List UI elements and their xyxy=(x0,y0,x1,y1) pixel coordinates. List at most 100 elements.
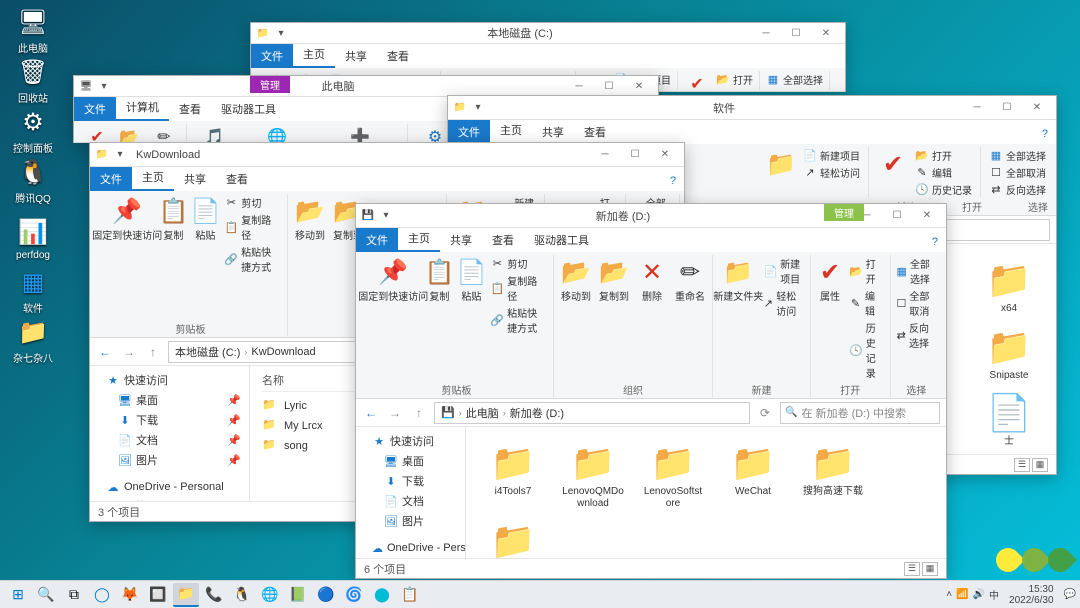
tab-view[interactable]: 查看 xyxy=(482,228,524,252)
rename-button[interactable]: ✏重命名 xyxy=(146,124,182,143)
open-button[interactable]: 📂打开 xyxy=(114,124,144,143)
history-button[interactable]: 🕓历史记录 xyxy=(847,319,886,381)
taskbar-app[interactable]: 📗 xyxy=(285,583,311,607)
taskbar-clock[interactable]: 15:30 2022/6/30 xyxy=(1003,584,1060,606)
easy-access-button[interactable]: ↗轻松访问 xyxy=(761,287,806,319)
close-button[interactable]: ✕ xyxy=(650,145,680,165)
nav-documents[interactable]: 📄文档 xyxy=(356,491,465,511)
grid-item[interactable]: 📁i4Tools7 xyxy=(482,443,544,509)
help-icon[interactable]: ? xyxy=(924,232,946,252)
tab-file[interactable]: 文件 xyxy=(356,228,398,252)
new-folder-button[interactable]: 📁新建文件夹 xyxy=(717,255,759,305)
invert-button[interactable]: ⇄反向选择 xyxy=(895,319,938,351)
desktop-icon-misc[interactable]: 📁杂七杂八 xyxy=(8,316,58,365)
minimize-button[interactable]: ─ xyxy=(590,145,620,165)
tab-share[interactable]: 共享 xyxy=(174,167,216,191)
properties-button[interactable]: ✔属性 xyxy=(815,255,845,305)
copy-button[interactable]: 📋复制 xyxy=(158,194,188,244)
leaf-widget[interactable] xyxy=(996,548,1072,572)
grid-item[interactable]: 📁Snipaste xyxy=(978,327,1040,382)
window-ddrive[interactable]: 💾▾ 管理 新加卷 (D:) ─☐✕ 文件 主页 共享 查看 驱动器工具 ? 📌… xyxy=(355,203,947,579)
taskbar-edge[interactable]: 🌀 xyxy=(341,583,367,607)
file-grid[interactable]: 📁i4Tools7 📁LenovoQMDownload 📁LenovoSofts… xyxy=(466,427,946,558)
nav-quick-access[interactable]: ★快速访问 xyxy=(356,431,465,451)
pin-button[interactable]: 📌固定到快速访问 xyxy=(98,194,156,244)
edit-button[interactable]: ✎编辑 xyxy=(847,287,886,319)
delete-button[interactable]: ✕删除 xyxy=(634,255,670,305)
notifications-icon[interactable]: 💬 xyxy=(1064,589,1076,600)
search-input[interactable]: 在 新加卷 (D:) 中搜索 xyxy=(780,402,940,424)
paste-button[interactable]: 📄粘贴 xyxy=(456,255,486,305)
maximize-button[interactable]: ☐ xyxy=(781,23,811,43)
cut-button[interactable]: ✂剪切 xyxy=(488,255,549,272)
copy-to-button[interactable]: 📂复制到 xyxy=(596,255,632,305)
tab-view[interactable]: 查看 xyxy=(216,167,258,191)
new-item-button[interactable]: 📄新建项目 xyxy=(761,255,806,287)
rename-button[interactable]: ✏重命名 xyxy=(672,255,708,305)
grid-item[interactable]: 📁天翼云盘下载 xyxy=(482,521,544,558)
forward-button[interactable]: → xyxy=(386,404,404,422)
taskbar-explorer[interactable]: 📁 xyxy=(173,583,199,607)
edit-button[interactable]: ✎编辑 xyxy=(913,164,974,181)
properties-button[interactable]: ✔属性 xyxy=(82,124,112,143)
task-view-icon[interactable]: ⧉ xyxy=(61,583,87,607)
desktop-icon-recycle[interactable]: 🗑回收站 xyxy=(8,56,58,105)
grid-item[interactable]: 📁LenovoQMDownload xyxy=(562,443,624,509)
add-network-button[interactable]: ➕添加一个网络位置 xyxy=(317,124,403,143)
properties-button[interactable]: ✔ xyxy=(682,71,712,92)
taskbar-app[interactable]: 🔵 xyxy=(313,583,339,607)
breadcrumb[interactable]: 💾› 此电脑› 新加卷 (D:) xyxy=(434,402,750,424)
tab-home[interactable]: 主页 xyxy=(132,165,174,191)
paste-shortcut-button[interactable]: 🔗粘贴快捷方式 xyxy=(488,304,549,336)
nav-quick-access[interactable]: ★快速访问 xyxy=(90,370,249,390)
qat-dropdown-icon[interactable]: ▾ xyxy=(96,78,112,94)
start-button[interactable]: ⊞ xyxy=(5,583,31,607)
select-none-button[interactable]: ☐全部取消 xyxy=(987,164,1048,181)
grid-item[interactable]: 📁LenovoSoftstore xyxy=(642,443,704,509)
qat-dropdown-icon[interactable]: ▾ xyxy=(470,100,486,116)
nav-pictures[interactable]: 🖼图片📌 xyxy=(90,450,249,470)
cortana-icon[interactable]: ◯ xyxy=(89,583,115,607)
minimize-button[interactable]: ─ xyxy=(962,98,992,118)
grid-item[interactable]: 📄士 xyxy=(978,393,1040,448)
tab-view[interactable]: 查看 xyxy=(169,97,211,121)
tab-drive-tools[interactable]: 驱动器工具 xyxy=(211,97,286,121)
close-button[interactable]: ✕ xyxy=(624,76,654,96)
tab-file[interactable]: 文件 xyxy=(90,167,132,191)
close-button[interactable]: ✕ xyxy=(811,23,841,43)
paste-button[interactable]: 📄粘贴 xyxy=(190,194,220,244)
cut-button[interactable]: ✂剪切 xyxy=(222,194,283,211)
nav-pictures[interactable]: 🖼图片 xyxy=(356,511,465,531)
tab-file[interactable]: 文件 xyxy=(448,120,490,144)
qat-dropdown-icon[interactable]: ▾ xyxy=(112,147,128,163)
select-all-button[interactable]: ▦全部选择 xyxy=(895,255,938,287)
tab-drive-tools[interactable]: 驱动器工具 xyxy=(524,228,599,252)
desktop-icon-control-panel[interactable]: ⚙控制面板 xyxy=(8,106,58,155)
minimize-button[interactable]: ─ xyxy=(564,76,594,96)
nav-onedrive[interactable]: ☁OneDrive - Personal xyxy=(90,478,249,496)
grid-item[interactable]: 📁搜狗高速下载 xyxy=(802,443,864,509)
invert-button[interactable]: ⇄反向选择 xyxy=(987,181,1048,198)
nav-downloads[interactable]: ⬇下载 xyxy=(356,471,465,491)
taskbar-app[interactable]: 🦊 xyxy=(117,583,143,607)
system-tray[interactable]: ˄ 📶 🔊 中 15:30 2022/6/30 💬 xyxy=(946,584,1076,606)
select-none-button[interactable]: ☐全部取消 xyxy=(895,287,938,319)
taskbar-qq[interactable]: 🐧 xyxy=(229,583,255,607)
select-none-button[interactable]: ☐全部取消 xyxy=(764,88,825,92)
maximize-button[interactable]: ☐ xyxy=(882,206,912,226)
select-all-button[interactable]: ▦全部选择 xyxy=(764,71,825,88)
paste-shortcut-button[interactable]: 🔗粘贴快捷方式 xyxy=(222,243,283,275)
view-details-icon[interactable]: ☰ xyxy=(904,562,920,576)
view-details-icon[interactable]: ☰ xyxy=(1014,458,1030,472)
tab-view[interactable]: 查看 xyxy=(377,44,419,68)
taskbar-app[interactable]: ⬤ xyxy=(369,583,395,607)
desktop-icon-qq[interactable]: 🐧腾讯QQ xyxy=(8,156,58,205)
taskbar-app[interactable]: 📞 xyxy=(201,583,227,607)
tab-home[interactable]: 主页 xyxy=(490,118,532,144)
properties-button[interactable]: ✔ xyxy=(875,147,911,181)
maximize-button[interactable]: ☐ xyxy=(594,76,624,96)
tray-volume-icon[interactable]: 🔊 xyxy=(973,589,985,600)
nav-desktop[interactable]: 🖥桌面 xyxy=(356,451,465,471)
tab-share[interactable]: 共享 xyxy=(532,120,574,144)
back-button[interactable]: ← xyxy=(96,343,114,361)
